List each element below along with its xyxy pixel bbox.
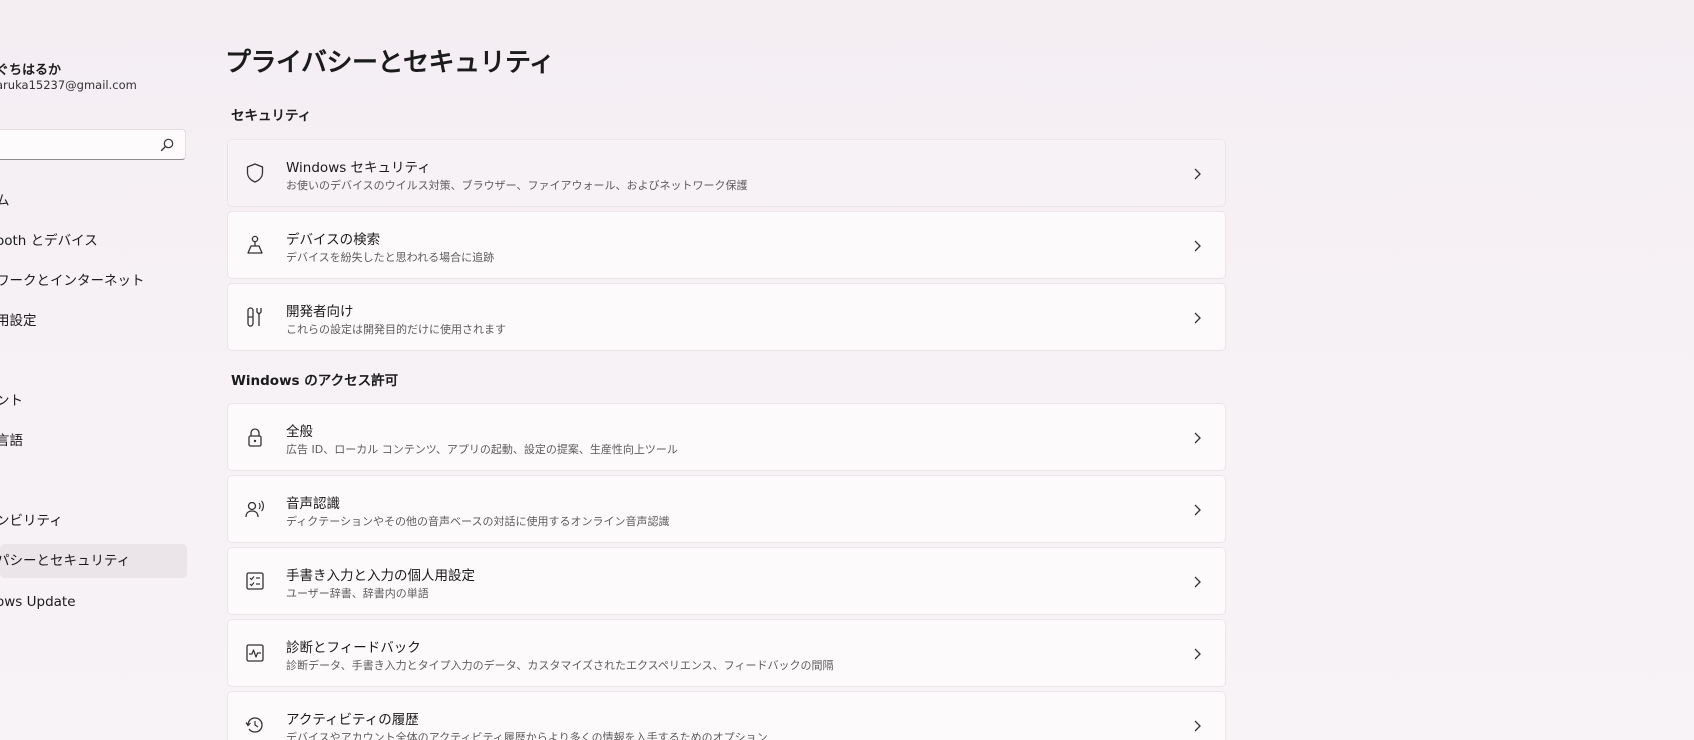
nav-item-privacy-security[interactable]: パシーとセキュリティ [0, 544, 187, 578]
chevron-right-icon [1194, 240, 1201, 252]
nav-item-label: 言語 [0, 433, 23, 449]
chevron-right-icon [1194, 720, 1201, 732]
card-title: 診断とフィードバック [286, 640, 421, 656]
nav-item-time-language[interactable]: 言語 [0, 424, 187, 458]
history-icon [245, 717, 263, 733]
search-input[interactable] [0, 134, 153, 158]
card-description: デバイスやアカウント全体のアクティビティ履歴からより多くの情報を入手するためのオ… [286, 731, 768, 740]
card-title: アクティビティの履歴 [286, 712, 419, 728]
nav-item-label: ム [0, 193, 10, 209]
nav-item-label: ント [0, 393, 23, 409]
nav-item-label: 用設定 [0, 313, 37, 329]
chevron-right-icon [1194, 312, 1201, 324]
chevron-right-icon [1194, 432, 1201, 444]
nav-item-accessibility[interactable]: ンビリティ [0, 504, 187, 538]
find-device-icon [247, 235, 263, 254]
card-speech[interactable]: 音声認識 ディクテーションやその他の音声ベースの対話に使用するオンライン音声認識 [227, 475, 1226, 543]
card-diagnostics-feedback[interactable]: 診断とフィードバック 診断データ、手書き入力とタイプ入力のデータ、カスタマイズさ… [227, 619, 1226, 687]
developer-tools-icon [247, 307, 262, 327]
card-inking-typing[interactable]: 手書き入力と入力の個人用設定 ユーザー辞書、辞書内の単語 [227, 547, 1226, 615]
card-activity-history[interactable]: アクティビティの履歴 デバイスやアカウント全体のアクティビティ履歴からより多くの… [227, 691, 1226, 740]
speech-icon [245, 500, 264, 518]
card-description: 診断データ、手書き入力とタイプ入力のデータ、カスタマイズされたエクスペリエンス、… [286, 659, 834, 672]
card-find-my-device[interactable]: デバイスの検索 デバイスを紛失したと思われる場合に追跡 [227, 211, 1226, 279]
nav-item-label: パシーとセキュリティ [0, 553, 131, 569]
search-box[interactable] [0, 129, 186, 160]
nav-item-system[interactable]: ム [0, 184, 187, 218]
settings-window: ぐちはるか aruka15237@gmail.com ム ooth とデバイス … [0, 0, 1694, 740]
card-title: 全般 [286, 424, 313, 440]
nav-item-network-internet[interactable]: ワークとインターネット [0, 264, 187, 298]
nav-item-accounts[interactable]: ント [0, 384, 187, 418]
nav-item-label: ooth とデバイス [0, 233, 98, 249]
card-description: お使いのデバイスのウイルス対策、ブラウザー、ファイアウォール、およびネットワーク… [286, 179, 748, 192]
nav-item-windows-update[interactable]: ows Update [0, 585, 187, 619]
card-title: 手書き入力と入力の個人用設定 [286, 568, 475, 584]
chevron-right-icon [1194, 648, 1201, 660]
handwriting-icon [246, 572, 264, 590]
sidebar: ぐちはるか aruka15237@gmail.com ム ooth とデバイス … [0, 0, 200, 740]
card-title: 音声認識 [286, 496, 340, 512]
card-description: 広告 ID、ローカル コンテンツ、アプリの起動、設定の提案、生産性向上ツール [286, 443, 678, 456]
card-description: ディクテーションやその他の音声ベースの対話に使用するオンライン音声認識 [286, 515, 670, 528]
nav-item-bluetooth-devices[interactable]: ooth とデバイス [0, 224, 187, 258]
nav-item-label: ワークとインターネット [0, 273, 145, 289]
search-icon[interactable] [159, 137, 175, 153]
card-description: これらの設定は開発目的だけに使用されます [286, 323, 506, 336]
page-title: プライバシーとセキュリティ [225, 48, 555, 78]
diagnostics-icon [246, 644, 264, 662]
user-name: ぐちはるか [0, 63, 62, 78]
chevron-right-icon [1194, 504, 1201, 516]
card-general[interactable]: 全般 広告 ID、ローカル コンテンツ、アプリの起動、設定の提案、生産性向上ツー… [227, 403, 1226, 471]
card-windows-security[interactable]: Windows セキュリティ お使いのデバイスのウイルス対策、ブラウザー、ファイ… [227, 139, 1226, 207]
chevron-right-icon [1194, 576, 1201, 588]
card-title: Windows セキュリティ [286, 160, 431, 176]
section-title-windows-permissions: Windows のアクセス許可 [231, 373, 399, 389]
lock-icon [248, 428, 262, 447]
card-for-developers[interactable]: 開発者向け これらの設定は開発目的だけに使用されます [227, 283, 1226, 351]
section-title-security: セキュリティ [231, 108, 312, 124]
nav-item-label: ows Update [0, 594, 76, 610]
card-title: デバイスの検索 [286, 232, 381, 248]
card-title: 開発者向け [286, 304, 354, 320]
card-description: ユーザー辞書、辞書内の単語 [286, 587, 429, 600]
shield-icon [246, 163, 264, 183]
user-email: aruka15237@gmail.com [0, 78, 137, 92]
nav-item-label: ンビリティ [0, 513, 63, 529]
chevron-right-icon [1194, 168, 1201, 180]
nav-item-personalization[interactable]: 用設定 [0, 304, 187, 338]
card-description: デバイスを紛失したと思われる場合に追跡 [286, 251, 495, 264]
